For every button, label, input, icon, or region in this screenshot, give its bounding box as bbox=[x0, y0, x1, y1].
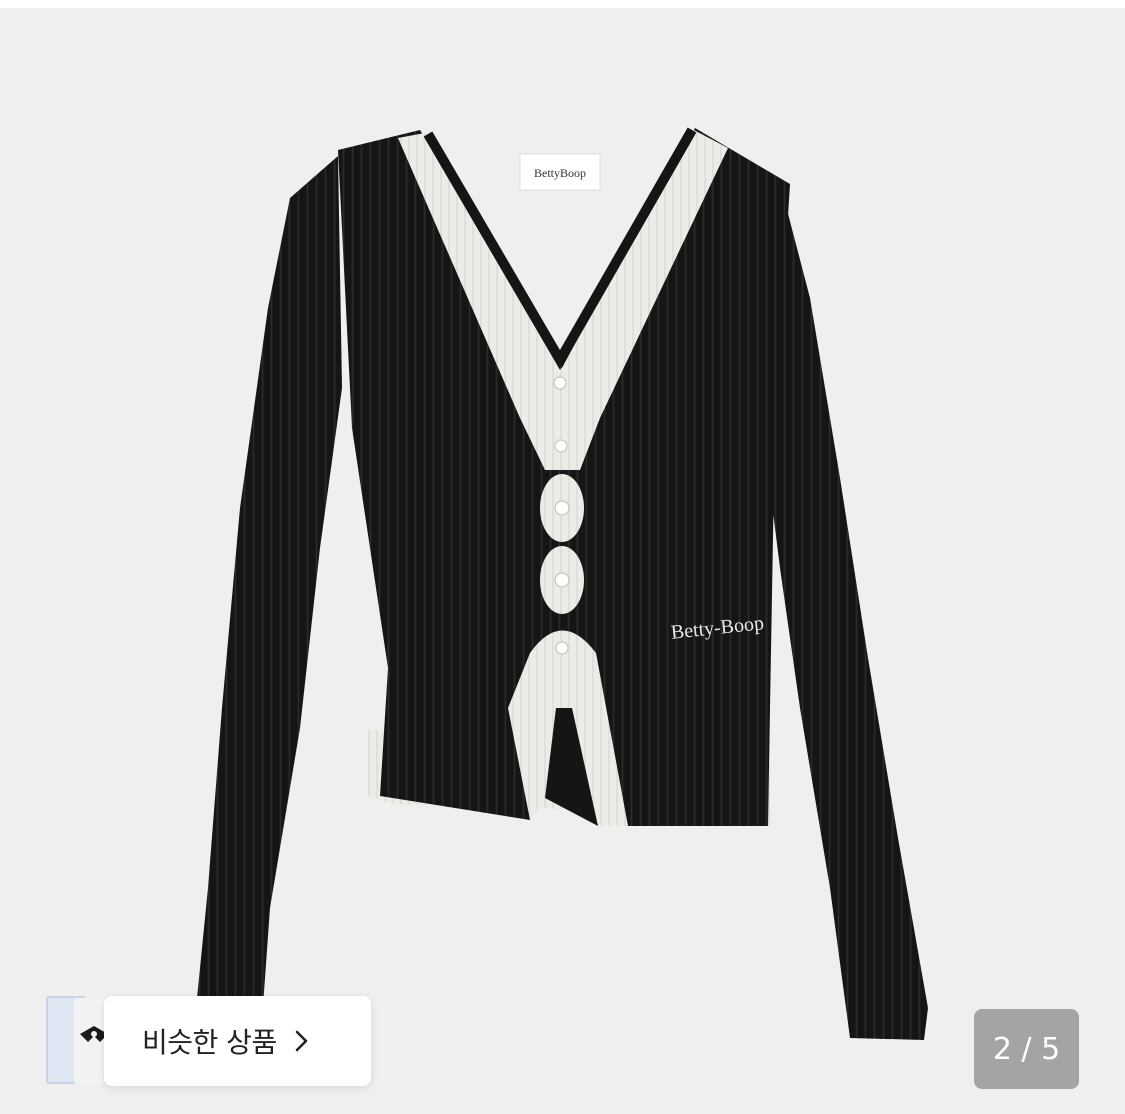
page-indicator: 2 / 5 bbox=[974, 1009, 1079, 1089]
button-5 bbox=[555, 641, 569, 655]
left-sleeve bbox=[196, 156, 342, 1058]
button-1 bbox=[553, 376, 567, 390]
product-image-gallery[interactable]: BettyBoop Betty-Boop 2 / 5 bbox=[0, 8, 1125, 1114]
button-4 bbox=[554, 572, 570, 588]
button-2 bbox=[554, 439, 568, 453]
button-3 bbox=[554, 500, 570, 516]
brand-tag-text: BettyBoop bbox=[534, 166, 586, 180]
similar-thumbnails[interactable] bbox=[46, 996, 114, 1086]
product-image[interactable]: BettyBoop Betty-Boop bbox=[0, 8, 1125, 1114]
similar-products-button[interactable]: 비슷한 상품 bbox=[104, 996, 371, 1086]
chevron-right-icon bbox=[295, 1030, 308, 1052]
similar-products-label: 비슷한 상품 bbox=[142, 1026, 277, 1059]
